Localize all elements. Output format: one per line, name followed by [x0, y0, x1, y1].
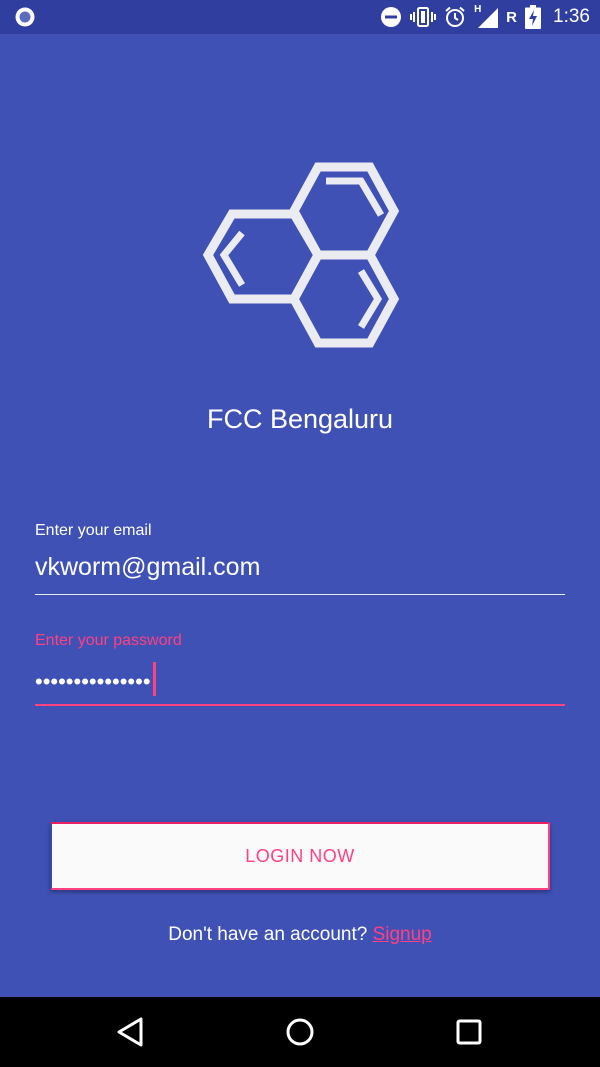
alarm-icon — [445, 6, 465, 27]
login-screen: H R 1:36 FCC Bengaluru Enter your email … — [0, 0, 600, 1067]
honeycomb-logo-icon — [202, 162, 400, 348]
password-label: Enter your password — [35, 632, 182, 649]
password-masked-value: ••••••••••••••• — [35, 662, 156, 700]
record-icon — [15, 7, 35, 27]
navigation-bar — [0, 997, 600, 1067]
password-dots: ••••••••••••••• — [35, 668, 151, 694]
text-caret — [152, 662, 156, 696]
status-icons: H R 1:36 — [380, 0, 590, 34]
home-circle-icon[interactable] — [282, 1014, 318, 1050]
signup-prompt-line: Don't have an account? Signup — [0, 924, 600, 946]
password-field-group: Enter your password ••••••••••••••• — [35, 630, 565, 706]
vibrate-icon — [410, 7, 437, 27]
back-triangle-icon[interactable] — [113, 1014, 149, 1050]
signup-link[interactable]: Signup — [373, 924, 432, 945]
network-letter: R — [506, 8, 518, 26]
app-title: FCC Bengaluru — [206, 404, 394, 434]
signal-icon: H — [474, 4, 499, 28]
recents-square-icon[interactable] — [451, 1014, 487, 1050]
signup-prompt: Don't have an account? — [168, 924, 368, 945]
do-not-disturb-icon — [381, 7, 402, 27]
email-label: Enter your email — [35, 522, 152, 539]
status-time: 1:36 — [553, 6, 590, 27]
email-field[interactable] — [35, 550, 565, 595]
password-field[interactable]: ••••••••••••••• — [35, 660, 565, 706]
login-button[interactable]: LOGIN NOW — [50, 822, 550, 890]
status-bar: H R 1:36 — [0, 0, 600, 34]
email-field-group: Enter your email — [35, 520, 565, 595]
battery-charging-icon — [525, 5, 542, 29]
